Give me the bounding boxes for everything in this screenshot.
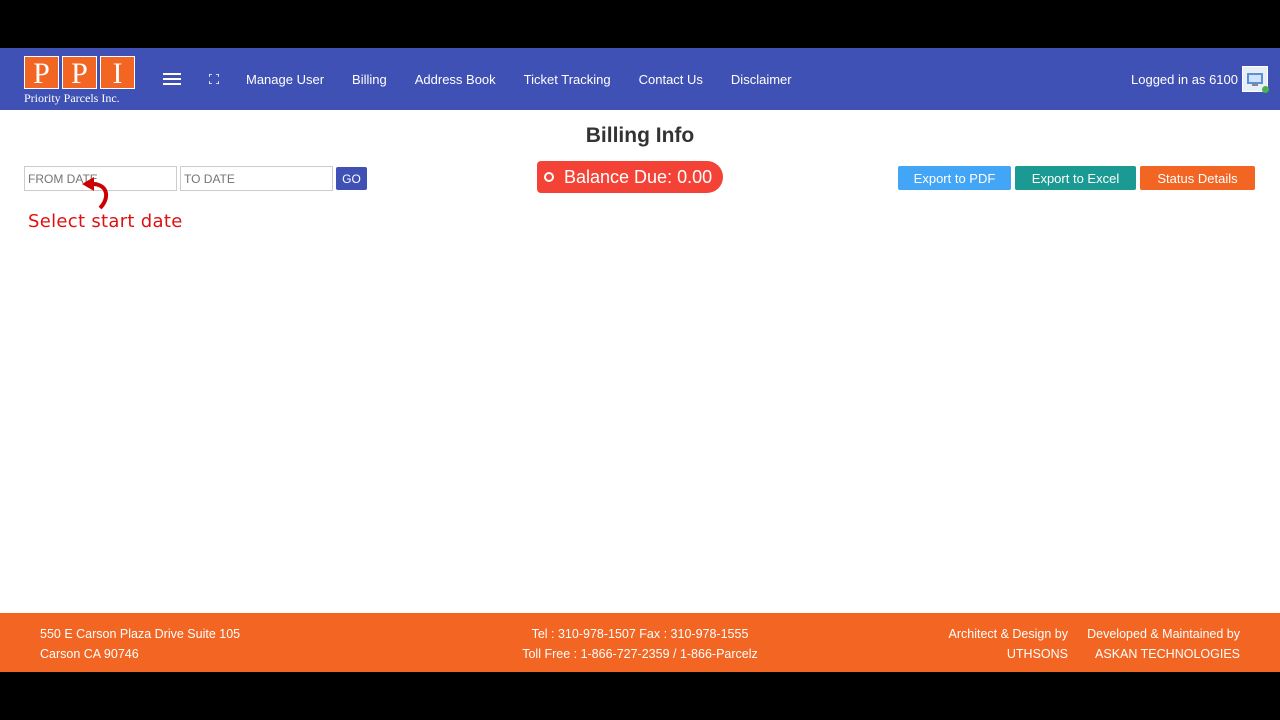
nav-manage-user[interactable]: Manage User bbox=[246, 72, 324, 87]
logo-letter: I bbox=[100, 56, 135, 90]
nav-address-book[interactable]: Address Book bbox=[415, 72, 496, 87]
fullscreen-icon[interactable] bbox=[203, 68, 225, 90]
footer: 550 E Carson Plaza Drive Suite 105 Carso… bbox=[0, 613, 1280, 672]
hint-annotation: Select start date bbox=[28, 211, 183, 232]
go-button[interactable]: GO bbox=[336, 167, 367, 190]
balance-circle-icon bbox=[544, 172, 554, 182]
user-avatar-icon[interactable] bbox=[1242, 66, 1269, 93]
export-excel-button[interactable]: Export to Excel bbox=[1015, 166, 1136, 190]
to-date-input[interactable] bbox=[180, 166, 333, 191]
developer-label: Developed & Maintained by bbox=[1087, 627, 1240, 641]
login-text: Logged in as 6100 bbox=[1131, 71, 1238, 87]
status-details-button[interactable]: Status Details bbox=[1140, 166, 1255, 190]
top-navbar: P P I Priority Parcels Inc. Manage User … bbox=[0, 48, 1280, 110]
logo-letter: P bbox=[62, 56, 97, 90]
page-title: Billing Info bbox=[585, 124, 695, 147]
export-pdf-button[interactable]: Export to PDF bbox=[898, 166, 1011, 190]
balance-due-label: Balance Due: 0.00 bbox=[564, 166, 713, 187]
nav-contact-us[interactable]: Contact Us bbox=[639, 72, 703, 87]
nav-billing[interactable]: Billing bbox=[352, 72, 387, 87]
developer-name[interactable]: ASKAN TECHNOLOGIES bbox=[1080, 644, 1240, 664]
online-indicator bbox=[1262, 86, 1269, 93]
login-status[interactable]: Logged in as 6100 bbox=[1131, 66, 1269, 93]
curved-arrow-icon bbox=[82, 177, 109, 210]
footer-developer: Developed & Maintained by ASKAN TECHNOLO… bbox=[1080, 624, 1240, 664]
balance-due-badge: Balance Due: 0.00 bbox=[537, 161, 723, 193]
ppi-logo[interactable]: P P I Priority Parcels Inc. bbox=[24, 56, 136, 108]
nav-ticket-tracking[interactable]: Ticket Tracking bbox=[524, 72, 611, 87]
app-window: P P I Priority Parcels Inc. Manage User … bbox=[0, 48, 1280, 672]
logo-letter: P bbox=[24, 56, 59, 90]
architect-name[interactable]: UTHSONS bbox=[944, 644, 1068, 664]
nav-disclaimer[interactable]: Disclaimer bbox=[731, 72, 792, 87]
menu-icon[interactable] bbox=[161, 68, 183, 90]
architect-label: Architect & Design by bbox=[948, 627, 1069, 641]
logo-subtitle: Priority Parcels Inc. bbox=[24, 91, 120, 105]
main-nav: Manage User Billing Address Book Ticket … bbox=[246, 48, 820, 110]
footer-architect: Architect & Design by UTHSONS bbox=[944, 624, 1069, 664]
